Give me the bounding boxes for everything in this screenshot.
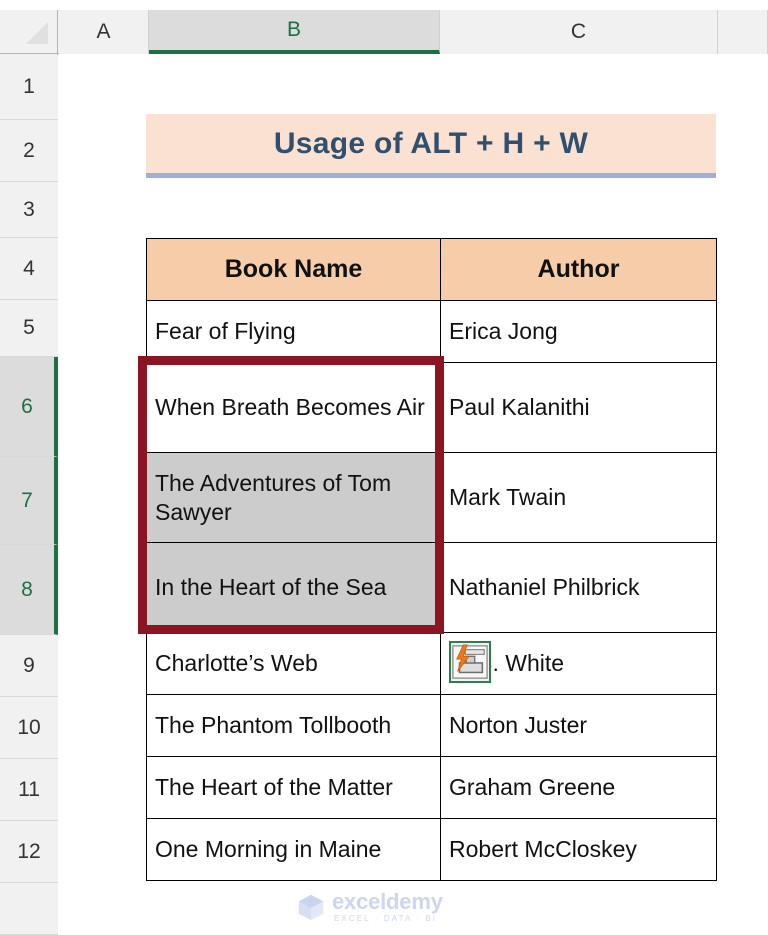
cell-author[interactable]: Paul Kalanithi	[440, 362, 717, 453]
row-header-10[interactable]: 10	[0, 697, 58, 759]
book-author-table: Book Name Author Fear of Flying Erica Jo…	[146, 238, 717, 881]
cell-author[interactable]: Erica Jong	[440, 300, 717, 363]
page-title: Usage of ALT + H + W	[273, 126, 589, 160]
quick-analysis-icon[interactable]	[449, 641, 491, 683]
column-header-a[interactable]: A	[59, 10, 149, 54]
sheet-title-banner[interactable]: Usage of ALT + H + W	[146, 114, 716, 178]
cell-book-name[interactable]: Charlotte’s Web	[146, 632, 441, 695]
row-header-11[interactable]: 11	[0, 759, 58, 821]
cell-book-name[interactable]: One Morning in Maine	[146, 818, 441, 881]
select-all-corner[interactable]	[0, 10, 58, 54]
row-header-8[interactable]: 8	[0, 545, 58, 635]
table-row: One Morning in Maine Robert McCloskey	[146, 818, 717, 881]
cell-author[interactable]: Mark Twain	[440, 452, 717, 543]
row-header-4[interactable]: 4	[0, 238, 58, 300]
cell-book-name[interactable]: The Adventures of Tom Sawyer	[146, 452, 441, 543]
cell-author[interactable]: Nathaniel Philbrick	[440, 542, 717, 633]
watermark-name: exceldemy	[332, 889, 443, 914]
cell-book-name[interactable]: When Breath Becomes Air	[146, 362, 441, 453]
exceldemy-cube-logo-icon	[298, 894, 324, 921]
row-header-13[interactable]	[0, 883, 58, 935]
column-header-c[interactable]: C	[440, 10, 718, 54]
cell-book-name[interactable]: The Phantom Tollbooth	[146, 694, 441, 757]
cell-author[interactable]: Robert McCloskey	[440, 818, 717, 881]
column-header-book-name[interactable]: Book Name	[146, 238, 441, 301]
row-header-5[interactable]: 5	[0, 300, 58, 357]
watermark-tagline: EXCEL · DATA · BI	[334, 914, 438, 923]
row-header-9[interactable]: 9	[0, 635, 58, 697]
row-header-6[interactable]: 6	[0, 357, 58, 457]
column-header-author[interactable]: Author	[440, 238, 717, 301]
table-row: Fear of Flying Erica Jong	[146, 300, 717, 363]
column-header-d[interactable]	[718, 10, 768, 54]
row-header-1[interactable]: 1	[0, 55, 58, 120]
table-header-row: Book Name Author	[146, 238, 717, 301]
select-all-triangle-icon	[26, 22, 48, 44]
cell-book-name[interactable]: In the Heart of the Sea	[146, 542, 441, 633]
table-row: The Phantom Tollbooth Norton Juster	[146, 694, 717, 757]
table-row: Charlotte’s Web E. B. White	[146, 632, 717, 695]
table-row: The Heart of the Matter Graham Greene	[146, 756, 717, 819]
cell-book-name[interactable]: The Heart of the Matter	[146, 756, 441, 819]
cell-book-name[interactable]: Fear of Flying	[146, 300, 441, 363]
spreadsheet-canvas: A B C 1 2 3 4 5 6 7 8 9 10 11 12 Usage o…	[0, 0, 768, 935]
table-row: The Adventures of Tom Sawyer Mark Twain	[146, 452, 717, 543]
cell-author[interactable]: Norton Juster	[440, 694, 717, 757]
table-row: In the Heart of the Sea Nathaniel Philbr…	[146, 542, 717, 633]
column-header-b[interactable]: B	[149, 10, 440, 54]
row-header-3[interactable]: 3	[0, 182, 58, 238]
row-header-2[interactable]: 2	[0, 120, 58, 182]
row-header-7[interactable]: 7	[0, 457, 58, 545]
exceldemy-watermark: exceldemy EXCEL · DATA · BI	[296, 886, 476, 928]
cell-author[interactable]: Graham Greene	[440, 756, 717, 819]
row-header-12[interactable]: 12	[0, 821, 58, 883]
table-row: When Breath Becomes Air Paul Kalanithi	[146, 362, 717, 453]
